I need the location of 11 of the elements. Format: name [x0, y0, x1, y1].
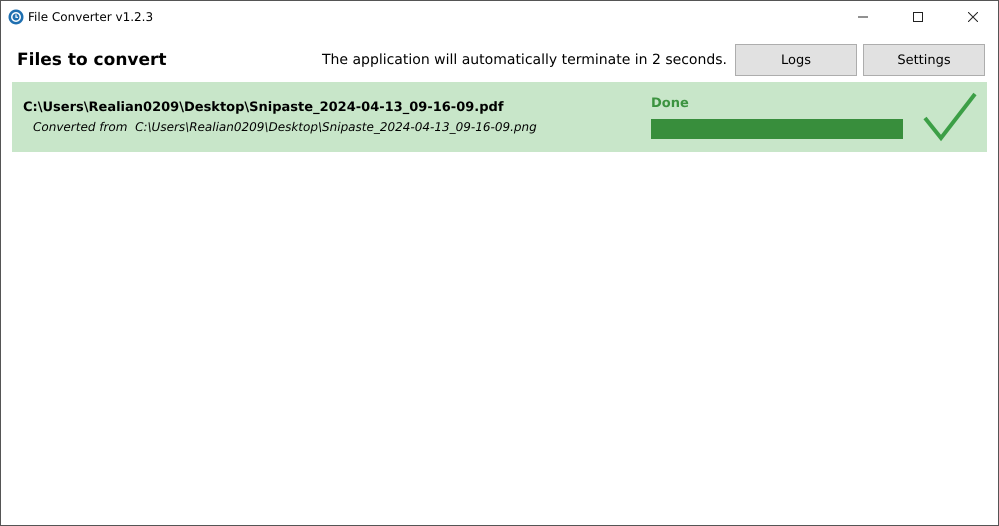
toolbar-button[interactable]: Logs [735, 44, 857, 76]
status-label: Done [651, 96, 690, 110]
maximize-icon[interactable] [913, 12, 923, 22]
source-path: Converted from C:\Users\Realian0209\Desktop\Snipaste_2024-04-13_09-16-09.png [33, 120, 538, 134]
section-title: Files to convert [17, 50, 167, 70]
window-title: File Converter v1.2.3 [28, 10, 154, 24]
toolbar-button[interactable]: Settings [863, 44, 985, 76]
status-message: The application will automatically terminate in 2 seconds. [322, 52, 727, 68]
close-icon[interactable] [968, 12, 978, 22]
app-logo-icon [8, 8, 24, 24]
output-path: C:\Users\Realian0209\Desktop\Snipaste_2024-04-13_09-16-09.pdf [23, 100, 505, 115]
